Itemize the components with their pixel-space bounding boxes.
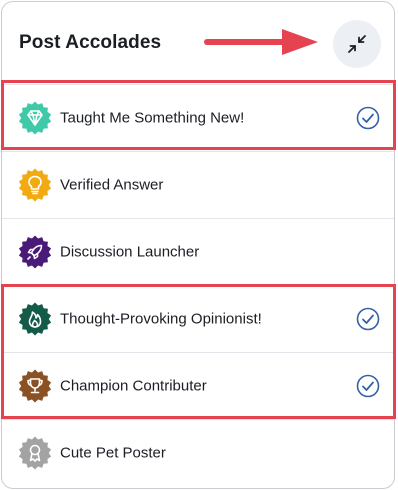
accolade-row-verified-answer[interactable]: Verified Answer [2, 151, 394, 218]
check-circle-icon [356, 307, 380, 331]
rocket-badge-icon [18, 235, 52, 269]
accolade-label: Champion Contributer [60, 377, 207, 395]
annotation-arrow-icon [204, 29, 318, 55]
lightbulb-badge-icon [18, 168, 52, 202]
screenshot-stage: Post Accolades Taught Me Something New! … [0, 0, 398, 490]
ribbon-badge-icon [18, 436, 52, 470]
accolade-list: Taught Me Something New! Verified Answer [2, 84, 394, 486]
check-circle-icon [356, 374, 380, 398]
accolade-label: Thought-Provoking Opinionist! [60, 310, 262, 328]
collapse-arrows-icon [348, 35, 366, 53]
collapse-button[interactable] [333, 20, 381, 68]
accolade-row-thought-provoking-opinionist[interactable]: Thought-Provoking Opinionist! [2, 285, 394, 352]
panel-header: Post Accolades [2, 2, 394, 84]
accolade-label: Taught Me Something New! [60, 109, 245, 127]
accolade-label: Cute Pet Poster [60, 444, 166, 462]
accolade-label: Verified Answer [60, 176, 164, 194]
flame-badge-icon [18, 302, 52, 336]
accolade-row-taught-me-something-new[interactable]: Taught Me Something New! [2, 84, 394, 151]
accolade-row-champion-contributer[interactable]: Champion Contributer [2, 352, 394, 419]
accolade-label: Discussion Launcher [60, 243, 200, 261]
panel-title: Post Accolades [19, 32, 162, 53]
check-circle-icon [356, 106, 380, 130]
diamond-badge-icon [18, 101, 52, 135]
post-accolades-panel: Post Accolades Taught Me Something New! … [1, 1, 395, 489]
accolade-row-discussion-launcher[interactable]: Discussion Launcher [2, 218, 394, 285]
accolade-row-cute-pet-poster[interactable]: Cute Pet Poster [2, 419, 394, 486]
trophy-badge-icon [18, 369, 52, 403]
